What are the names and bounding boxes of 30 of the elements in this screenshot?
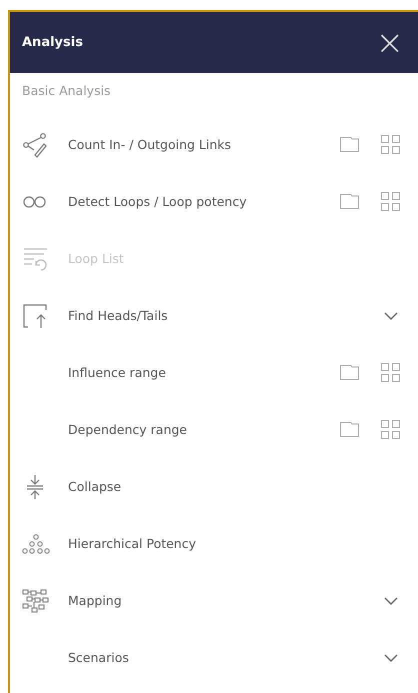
close-button[interactable]: × <box>372 26 408 60</box>
section-heading: Basic Analysis <box>21 82 112 100</box>
menu-item[interactable]: Count In- / Outgoing Links <box>68 137 318 152</box>
grid-icon[interactable] <box>381 420 400 439</box>
chevron-icon[interactable] <box>384 312 398 320</box>
menu-item[interactable]: Scenarios <box>68 650 384 665</box>
folder-icon[interactable] <box>340 194 359 209</box>
loop-icon <box>22 194 48 208</box>
folder-icon[interactable] <box>340 137 359 152</box>
share-icon <box>22 132 48 158</box>
folder-icon[interactable] <box>340 422 359 437</box>
hierarchy-icon <box>22 534 50 554</box>
upload-frame-icon <box>22 302 48 328</box>
menu-item[interactable]: Detect Loops / Loop potency <box>68 194 318 209</box>
menu-item[interactable]: Collapse <box>68 479 400 494</box>
menu-item[interactable]: Find Heads/Tails <box>68 308 384 323</box>
list-refresh-icon <box>22 246 48 272</box>
grid-icon[interactable] <box>381 363 400 382</box>
menu-item[interactable]: Mapping <box>68 593 384 608</box>
folder-icon[interactable] <box>340 365 359 380</box>
chevron-icon[interactable] <box>384 654 398 662</box>
menu-item: Loop List <box>68 251 125 266</box>
menu-item[interactable]: Influence range <box>68 365 318 380</box>
panel-title: Analysis <box>22 35 83 50</box>
menu-item[interactable]: Dependency range <box>68 422 318 437</box>
mapping-icon <box>22 588 50 612</box>
grid-icon[interactable] <box>381 135 400 154</box>
menu-item[interactable]: Hierarchical Potency <box>68 536 400 551</box>
chevron-icon[interactable] <box>384 596 398 604</box>
grid-icon[interactable] <box>381 192 400 211</box>
